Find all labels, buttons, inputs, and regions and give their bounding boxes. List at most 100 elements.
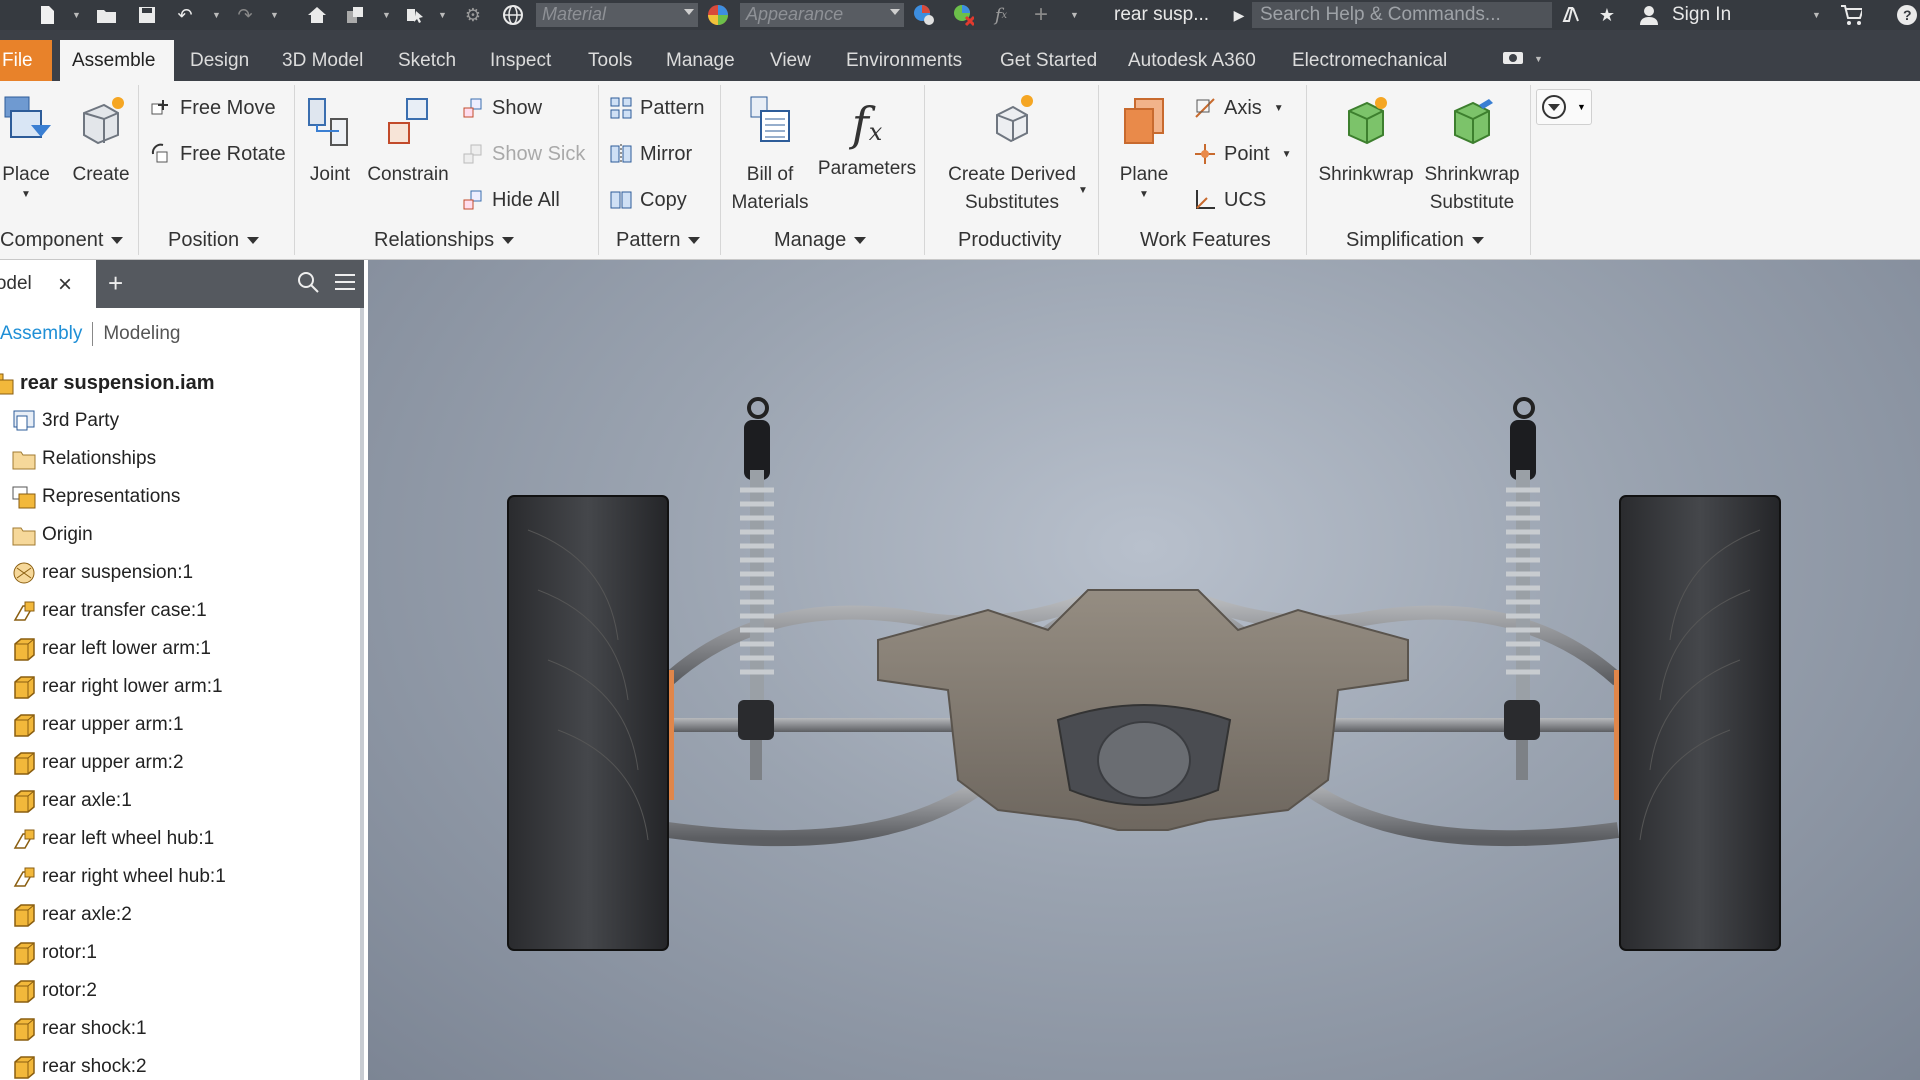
hamburger-menu-icon[interactable]: [334, 272, 356, 297]
tab-autodesk-a360[interactable]: Autodesk A360: [1116, 40, 1268, 81]
appearance-combo[interactable]: Appearance: [740, 3, 904, 27]
chevron-down-icon[interactable]: ▼: [438, 10, 447, 20]
tab-inspect[interactable]: Inspect: [478, 40, 563, 81]
tree-node-rotor-2[interactable]: rotor:2: [10, 976, 97, 1006]
chevron-down-icon[interactable]: ▼: [382, 10, 391, 20]
suspension-model[interactable]: [368, 260, 1920, 1080]
close-icon[interactable]: ×: [58, 271, 72, 299]
hide-all-button[interactable]: Hide All: [460, 187, 560, 213]
relationships-panel-title[interactable]: Relationships: [374, 229, 515, 252]
home-icon[interactable]: [306, 4, 328, 26]
fx-icon[interactable]: fx: [990, 4, 1012, 26]
open-folder-icon[interactable]: [96, 4, 118, 26]
search-icon[interactable]: [296, 270, 320, 299]
lower-arm-left[interactable]: [666, 773, 993, 847]
tree-node-rear-shock-2[interactable]: rear shock:2: [10, 1052, 147, 1080]
lower-arm-right[interactable]: [1293, 773, 1620, 847]
tree-node-rear-right-wheel-hub-1[interactable]: rear right wheel hub:1: [10, 862, 226, 892]
tab-manage[interactable]: Manage: [654, 40, 747, 81]
copy-button[interactable]: Copy: [608, 187, 687, 213]
chevron-down-icon[interactable]: ▼: [270, 10, 279, 20]
tab-electromechanical[interactable]: Electromechanical: [1280, 40, 1459, 81]
tree-node-root[interactable]: rear suspension.iam: [0, 368, 215, 398]
pattern-panel-title[interactable]: Pattern: [616, 229, 701, 252]
shrinkwrap-substitute-button[interactable]: Shrinkwrap Substitute: [1420, 93, 1524, 217]
create-button[interactable]: Create: [70, 93, 132, 189]
sign-in-link[interactable]: Sign In: [1672, 4, 1731, 26]
tree-node-relationships[interactable]: Relationships: [10, 444, 156, 474]
material-combo[interactable]: Material: [536, 3, 698, 27]
triangle-right-icon[interactable]: ▶: [1228, 4, 1250, 26]
user-icon[interactable]: [1638, 4, 1660, 26]
ucs-button[interactable]: UCS: [1192, 187, 1266, 213]
new-file-icon[interactable]: [36, 4, 58, 26]
redo-icon[interactable]: ↷: [234, 4, 256, 26]
parameters-button[interactable]: fx Parameters: [816, 93, 918, 183]
adjust-appearance-icon[interactable]: [912, 4, 934, 26]
tree-node-3rd-party[interactable]: 3rd Party: [10, 406, 119, 436]
save-icon[interactable]: [136, 4, 158, 26]
cart-icon[interactable]: [1840, 4, 1862, 26]
mirror-button[interactable]: Mirror: [608, 141, 692, 167]
left-tire[interactable]: [507, 495, 669, 951]
bill-of-materials-button[interactable]: Bill of Materials: [726, 93, 814, 217]
shrinkwrap-button[interactable]: Shrinkwrap: [1314, 93, 1418, 189]
add-browser-tab-icon[interactable]: +: [108, 268, 123, 299]
chevron-down-icon[interactable]: ▼: [1534, 54, 1543, 64]
right-tire[interactable]: [1619, 495, 1781, 951]
point-button[interactable]: Point ▼: [1192, 141, 1292, 167]
tab-view[interactable]: View: [758, 40, 823, 81]
tab-assemble[interactable]: Assemble: [60, 40, 174, 81]
ribbon-options-button[interactable]: ▼: [1536, 89, 1592, 125]
tree-node-rear-left-wheel-hub-1[interactable]: rear left wheel hub:1: [10, 824, 214, 854]
tab-file[interactable]: File: [0, 40, 52, 81]
assembly-view-link[interactable]: Assembly: [0, 323, 82, 344]
chevron-down-icon[interactable]: ▼: [1282, 149, 1292, 160]
place-button[interactable]: Place ▼: [0, 93, 52, 200]
constrain-button[interactable]: Constrain: [364, 93, 452, 189]
tree-node-rear-right-lower-arm-1[interactable]: rear right lower arm:1: [10, 672, 223, 702]
tab-tools[interactable]: Tools: [576, 40, 644, 81]
free-rotate-button[interactable]: Free Rotate: [148, 141, 286, 167]
clear-appearance-icon[interactable]: [952, 4, 974, 27]
tree-node-representations[interactable]: Representations: [10, 482, 180, 512]
productivity-panel-title[interactable]: Productivity: [958, 229, 1061, 252]
binoculars-icon[interactable]: [1560, 4, 1582, 26]
tab-model[interactable]: Model ×: [0, 260, 96, 308]
star-icon[interactable]: ★: [1596, 4, 1618, 26]
free-move-button[interactable]: Free Move: [148, 95, 276, 121]
update-icon[interactable]: [344, 4, 366, 26]
globe-icon[interactable]: [502, 4, 524, 26]
tree-node-rear-left-lower-arm-1[interactable]: rear left lower arm:1: [10, 634, 211, 664]
simplification-panel-title[interactable]: Simplification: [1346, 229, 1484, 252]
work-features-panel-title[interactable]: Work Features: [1140, 229, 1271, 252]
pattern-button[interactable]: Pattern: [608, 95, 704, 121]
tree-node-rear-shock-1[interactable]: rear shock:1: [10, 1014, 147, 1044]
tab-design[interactable]: Design: [178, 40, 261, 81]
tree-node-rotor-1[interactable]: rotor:1: [10, 938, 97, 968]
plane-button[interactable]: Plane ▼: [1106, 93, 1182, 200]
tree-node-rear-axle-2[interactable]: rear axle:2: [10, 900, 132, 930]
document-name[interactable]: rear susp...: [1114, 4, 1209, 26]
chevron-down-icon[interactable]: ▼: [212, 10, 221, 20]
search-input[interactable]: Search Help & Commands...: [1252, 2, 1552, 28]
position-panel-title[interactable]: Position: [168, 229, 260, 252]
chevron-down-icon[interactable]: ▼: [1078, 185, 1088, 196]
tree-node-rear-suspension-1[interactable]: rear suspension:1: [10, 558, 193, 588]
tree-node-rear-upper-arm-1[interactable]: rear upper arm:1: [10, 710, 184, 740]
axis-button[interactable]: Axis ▼: [1192, 95, 1284, 121]
component-panel-title[interactable]: Component: [0, 229, 124, 252]
camera-icon[interactable]: [1502, 46, 1524, 68]
manage-panel-title[interactable]: Manage: [774, 229, 867, 252]
show-button[interactable]: Show: [460, 95, 542, 121]
create-derived-substitutes-button[interactable]: Create Derived Substitutes: [934, 93, 1090, 217]
modeling-view-link[interactable]: Modeling: [103, 323, 180, 344]
tree-node-rear-upper-arm-2[interactable]: rear upper arm:2: [10, 748, 184, 778]
undo-icon[interactable]: ↶: [174, 4, 196, 26]
chevron-down-icon[interactable]: ▼: [1812, 10, 1821, 20]
tree-node-origin[interactable]: Origin: [10, 520, 93, 550]
appearance-swatch-icon[interactable]: [706, 4, 728, 26]
measure-icon[interactable]: ⚙: [462, 4, 484, 26]
tab-3d-model[interactable]: 3D Model: [270, 40, 375, 81]
help-icon[interactable]: ?: [1896, 4, 1918, 26]
